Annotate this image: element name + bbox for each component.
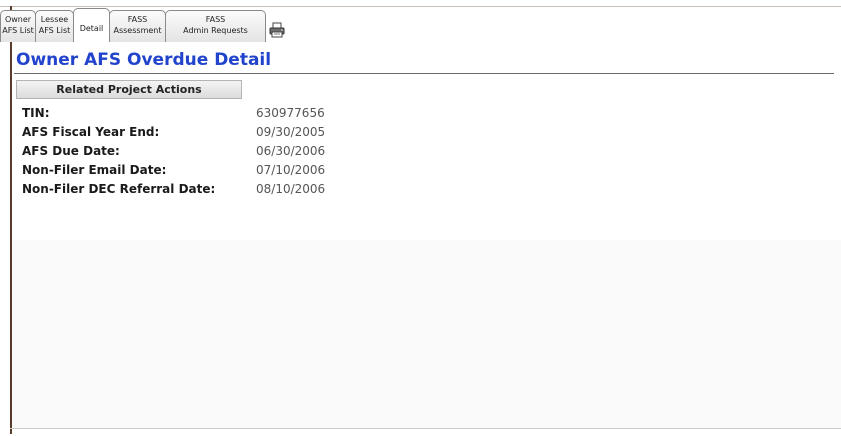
bottom-divider [10, 428, 841, 429]
field-row-tin: TIN: 630977656 [22, 104, 325, 123]
tab-label-line2: Assessment [113, 26, 162, 35]
page-title: Owner AFS Overdue Detail [16, 50, 272, 70]
tab-label-line2: Admin Requests [183, 26, 248, 35]
related-project-actions-button[interactable]: Related Project Actions [16, 80, 242, 99]
top-divider [0, 6, 841, 7]
tab-label-line1: FASS [205, 15, 226, 24]
tab-bar: Owner AFS List Lessee AFS List Detail FA… [0, 8, 285, 42]
field-row-non-filer-email-date: Non-Filer Email Date: 07/10/2006 [22, 161, 325, 180]
field-label: AFS Fiscal Year End: [22, 125, 160, 139]
detail-fields: TIN: 630977656 AFS Fiscal Year End: 09/3… [22, 104, 325, 199]
tab-label-line2: AFS List [2, 26, 34, 35]
tab-label-line1: Lessee [40, 15, 69, 24]
field-value: 08/10/2006 [256, 182, 326, 196]
printer-icon-graphic [269, 22, 285, 38]
field-label: AFS Due Date: [22, 144, 120, 158]
field-label: TIN: [22, 106, 50, 120]
app-frame: Owner AFS List Lessee AFS List Detail FA… [0, 0, 841, 436]
field-value: 630977656 [256, 106, 325, 120]
tab-owner-afs-list[interactable]: Owner AFS List [0, 10, 36, 42]
tab-label-line2: AFS List [38, 26, 71, 35]
tab-lessee-afs-list[interactable]: Lessee AFS List [35, 10, 74, 42]
tab-label: Detail [79, 24, 104, 33]
tab-label-line1: FASS [127, 15, 148, 24]
title-divider [14, 73, 834, 74]
field-row-non-filer-dec-referral-date: Non-Filer DEC Referral Date: 08/10/2006 [22, 180, 325, 199]
content-background [12, 240, 841, 428]
field-label: Non-Filer Email Date: [22, 163, 167, 177]
field-value: 07/10/2006 [256, 163, 326, 177]
printer-icon[interactable] [269, 22, 285, 38]
tab-label-line1: Owner [4, 15, 32, 24]
field-value: 09/30/2005 [256, 125, 326, 139]
tab-detail[interactable]: Detail [73, 8, 110, 42]
tab-fass-admin-requests[interactable]: FASS Admin Requests [165, 10, 266, 42]
field-value: 06/30/2006 [256, 144, 326, 158]
field-row-afs-due-date: AFS Due Date: 06/30/2006 [22, 142, 325, 161]
field-label: Non-Filer DEC Referral Date: [22, 182, 216, 196]
tab-fass-assessment[interactable]: FASS Assessment [109, 10, 166, 42]
field-row-afs-fiscal-year-end: AFS Fiscal Year End: 09/30/2005 [22, 123, 325, 142]
